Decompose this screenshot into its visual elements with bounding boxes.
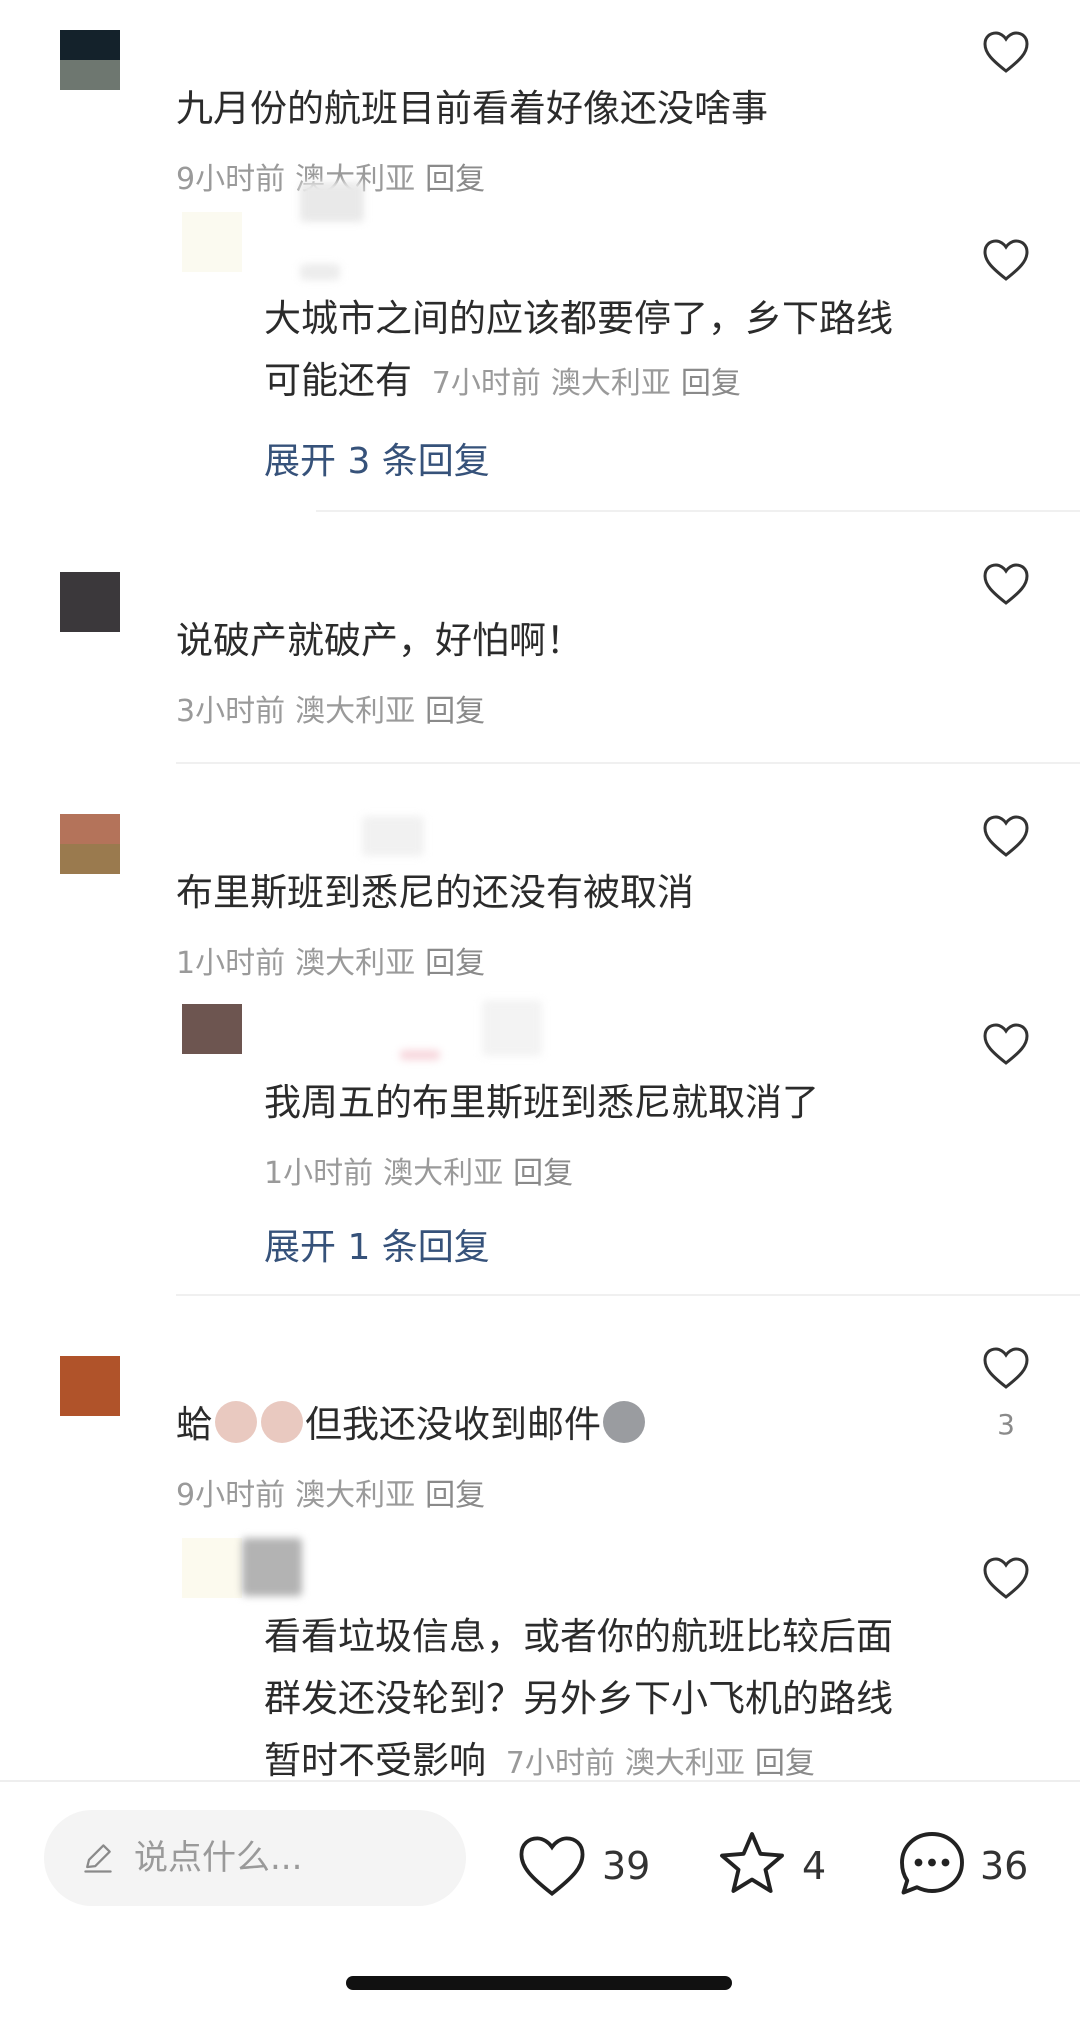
avatar[interactable] xyxy=(60,814,120,874)
reply-meta: 7小时前 澳大利亚 回复 xyxy=(432,366,741,401)
avatar[interactable] xyxy=(60,572,120,632)
heart-outline-icon[interactable] xyxy=(982,238,1030,282)
timestamp: 9小时前 xyxy=(176,162,286,197)
comment-text: 布里斯班到悉尼的还没有被取消 xyxy=(176,871,694,914)
timestamp: 7小时前 xyxy=(431,366,541,401)
laughing-face-icon xyxy=(261,1401,303,1443)
heart-outline-icon[interactable] xyxy=(982,814,1030,858)
comment-text-start: 蛤 xyxy=(176,1403,213,1446)
like-count: 3 xyxy=(997,1408,1015,1441)
comment-meta: 9小时前 澳大利亚 回复 xyxy=(176,1470,485,1514)
heart-outline-icon[interactable] xyxy=(982,1022,1030,1066)
comment-text: 说破产就破产，好怕啊！ xyxy=(176,619,583,662)
reply-link[interactable]: 回复 xyxy=(425,694,485,729)
comment-text: 九月份的航班目前看着好像还没啥事 xyxy=(176,87,768,130)
reply-link[interactable]: 回复 xyxy=(425,162,485,197)
divider xyxy=(316,510,1080,512)
like-count: 39 xyxy=(602,1844,651,1888)
location: 澳大利亚 xyxy=(295,1478,416,1513)
pigeon-face-icon xyxy=(603,1401,645,1443)
username-redacted xyxy=(400,1050,440,1060)
username-redacted xyxy=(242,1538,302,1596)
timestamp: 7小时前 xyxy=(505,1746,615,1781)
expand-replies-button[interactable]: 展开 3 条回复 xyxy=(264,432,490,484)
heart-outline-icon[interactable] xyxy=(982,30,1030,74)
avatar[interactable] xyxy=(182,1538,242,1598)
pencil-icon xyxy=(84,1844,112,1873)
avatar[interactable] xyxy=(60,1356,120,1416)
timestamp: 1小时前 xyxy=(176,946,286,981)
comment-count: 36 xyxy=(980,1844,1029,1888)
timestamp: 3小时前 xyxy=(176,694,286,729)
heart-outline-icon[interactable] xyxy=(516,1834,588,1898)
avatar[interactable] xyxy=(60,30,120,90)
heart-outline-icon[interactable] xyxy=(982,562,1030,606)
reply-text: 我周五的布里斯班到悉尼就取消了 xyxy=(264,1081,819,1124)
laughing-face-icon xyxy=(215,1401,257,1443)
expand-replies-button[interactable]: 展开 1 条回复 xyxy=(264,1218,490,1270)
reply-link[interactable]: 回复 xyxy=(425,946,485,981)
comment-text-end: 但我还没收到邮件 xyxy=(305,1403,601,1446)
avatar[interactable] xyxy=(182,212,242,272)
heart-outline-icon[interactable] xyxy=(982,1346,1030,1390)
avatar[interactable] xyxy=(182,1004,242,1054)
divider xyxy=(176,1294,1080,1296)
username-redacted xyxy=(300,264,340,280)
timestamp: 1小时前 xyxy=(264,1156,374,1191)
reply-meta: 7小时前 澳大利亚 回复 xyxy=(506,1746,815,1781)
reply-text-line3: 暂时不受影响 xyxy=(264,1739,486,1782)
divider xyxy=(176,762,1080,764)
chat-bubble-icon[interactable] xyxy=(896,1828,968,1900)
username-redacted xyxy=(300,182,364,222)
reply-link[interactable]: 回复 xyxy=(755,1746,815,1781)
location: 澳大利亚 xyxy=(295,694,416,729)
reply-text-continued: 可能还有 7小时前 澳大利亚 回复 xyxy=(264,344,741,421)
comment-meta: 3小时前 澳大利亚 回复 xyxy=(176,686,485,730)
reply-link[interactable]: 回复 xyxy=(425,1478,485,1513)
comment-meta: 1小时前 澳大利亚 回复 xyxy=(176,938,485,982)
timestamp: 9小时前 xyxy=(176,1478,286,1513)
favorite-count: 4 xyxy=(802,1844,827,1888)
comment-input[interactable]: 说点什么... xyxy=(44,1810,466,1906)
star-outline-icon[interactable] xyxy=(716,1828,788,1900)
home-indicator[interactable] xyxy=(346,1976,732,1990)
heart-outline-icon[interactable] xyxy=(982,1556,1030,1600)
location: 澳大利亚 xyxy=(295,946,416,981)
reply-link[interactable]: 回复 xyxy=(513,1156,573,1191)
location: 澳大利亚 xyxy=(624,1746,745,1781)
username-redacted xyxy=(482,1000,542,1056)
comment-input-placeholder: 说点什么... xyxy=(134,1838,303,1878)
reply-text-line2: 可能还有 xyxy=(264,359,412,402)
username-redacted xyxy=(362,816,424,856)
comment-text: 蛤 但我还没收到邮件 xyxy=(176,1388,647,1462)
location: 澳大利亚 xyxy=(383,1156,504,1191)
reply-link[interactable]: 回复 xyxy=(681,366,741,401)
location: 澳大利亚 xyxy=(550,366,671,401)
reply-meta: 1小时前 澳大利亚 回复 xyxy=(264,1148,573,1192)
